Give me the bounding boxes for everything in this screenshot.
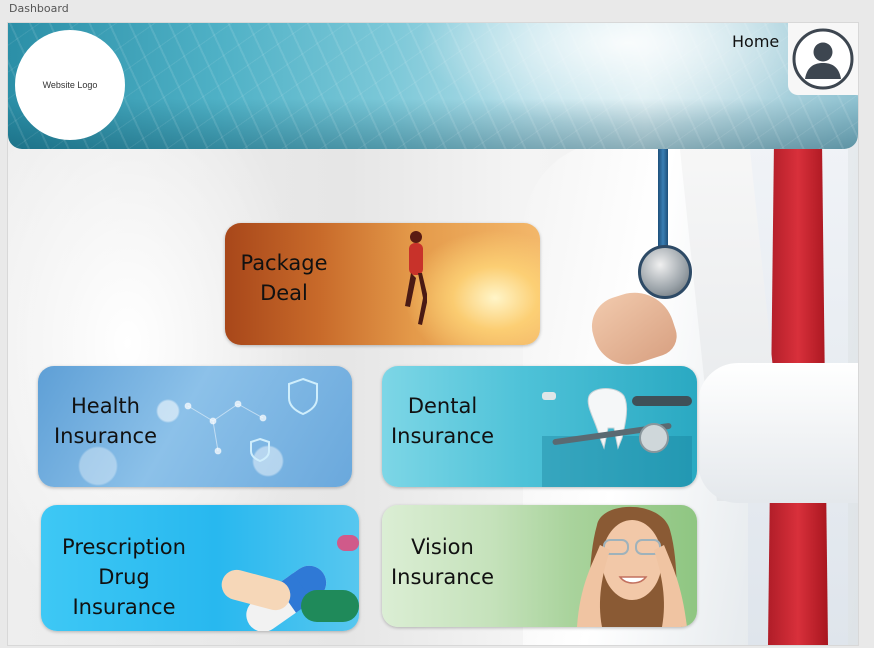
vision-insurance-tile[interactable]: Vision Insurance <box>382 505 697 627</box>
header-texture <box>8 23 858 149</box>
logo-text: Website Logo <box>42 80 98 90</box>
health-insurance-label-line1: Health <box>71 394 140 418</box>
dashboard-screen: Website Logo Home Package Deal Health In… <box>7 22 859 646</box>
doctor-arm-image <box>698 363 858 503</box>
vision-insurance-label: Vision Insurance <box>390 532 495 592</box>
package-deal-tile[interactable]: Package Deal <box>225 223 540 345</box>
dental-insurance-label: Dental Insurance <box>390 391 495 451</box>
dental-insurance-label-line2: Insurance <box>390 424 495 448</box>
health-insurance-label-line2: Insurance <box>53 424 158 448</box>
package-deal-label: Package Deal <box>229 248 339 308</box>
header-banner: Website Logo Home <box>8 23 858 149</box>
package-deal-label-line1: Package <box>240 251 328 275</box>
woman-with-glasses-image <box>577 506 687 627</box>
prescription-label-line1: Prescription <box>62 535 186 559</box>
vision-insurance-label-line2: Insurance <box>390 565 495 589</box>
dental-insurance-label-line1: Dental <box>407 394 478 418</box>
prescription-drug-insurance-tile[interactable]: Prescription Drug Insurance <box>41 505 359 631</box>
website-logo[interactable]: Website Logo <box>15 30 125 140</box>
package-deal-label-line2: Deal <box>260 281 308 305</box>
nav-home-link[interactable]: Home <box>732 32 779 51</box>
health-insurance-tile[interactable]: Health Insurance <box>38 366 352 487</box>
prescription-label-line2: Drug Insurance <box>72 565 176 619</box>
vision-insurance-label-line1: Vision <box>411 535 474 559</box>
stethoscope-tube-image <box>658 141 668 251</box>
runner-image <box>405 231 427 325</box>
user-silhouette-icon <box>792 28 854 90</box>
window-title: Dashboard <box>9 2 69 15</box>
health-insurance-label: Health Insurance <box>48 391 163 451</box>
dental-insurance-tile[interactable]: Dental Insurance <box>382 366 697 487</box>
prescription-drug-insurance-label: Prescription Drug Insurance <box>44 532 204 622</box>
stethoscope-head-image <box>638 245 692 299</box>
user-avatar-button[interactable] <box>788 23 858 95</box>
